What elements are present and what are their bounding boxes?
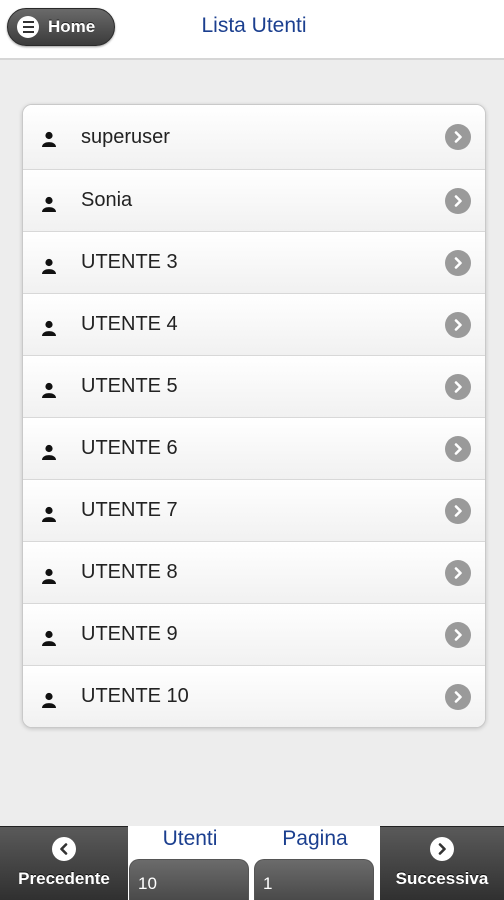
user-row-utente-9[interactable]: UTENTE 9: [23, 603, 485, 665]
user-row-utente-10[interactable]: UTENTE 10: [23, 665, 485, 727]
user-label: UTENTE 5: [81, 375, 178, 397]
user-row-utente-5[interactable]: UTENTE 5: [23, 355, 485, 417]
user-label: UTENTE 10: [81, 685, 189, 707]
page-number-field: Pagina 1: [252, 826, 378, 900]
user-row-utente-8[interactable]: UTENTE 8: [23, 541, 485, 603]
user-list: superuser Sonia UTENTE 3 UTENTE 4 UTENTE…: [22, 104, 486, 728]
user-icon: [42, 382, 56, 398]
user-icon: [42, 320, 56, 336]
user-icon: [42, 692, 56, 708]
user-row-utente-3[interactable]: UTENTE 3: [23, 231, 485, 293]
user-label: UTENTE 6: [81, 437, 178, 459]
chevron-right-icon: [445, 497, 471, 524]
header-bar: Home Lista Utenti: [0, 0, 504, 60]
utenti-input[interactable]: 10: [129, 859, 249, 900]
user-icon: [42, 506, 56, 522]
chevron-right-icon: [445, 187, 471, 214]
user-row-utente-7[interactable]: UTENTE 7: [23, 479, 485, 541]
prev-page-button[interactable]: Precedente: [0, 826, 128, 900]
chevron-right-icon: [445, 559, 471, 586]
utenti-label: Utenti: [162, 827, 218, 850]
pagina-input[interactable]: 1: [254, 859, 374, 900]
user-icon: [42, 444, 56, 460]
utenti-per-page-field: Utenti 10: [127, 826, 253, 900]
chevron-right-icon: [445, 373, 471, 400]
user-row-utente-4[interactable]: UTENTE 4: [23, 293, 485, 355]
user-label: UTENTE 8: [81, 561, 178, 583]
user-label: UTENTE 4: [81, 313, 178, 335]
chevron-right-icon: [445, 249, 471, 276]
chevron-right-icon: [445, 435, 471, 462]
user-icon: [42, 131, 56, 147]
user-row-superuser[interactable]: superuser: [23, 105, 485, 169]
pagina-label: Pagina: [282, 827, 348, 850]
chevron-right-icon: [445, 683, 471, 710]
user-icon: [42, 196, 56, 212]
chevron-right-icon: [445, 621, 471, 648]
pagination-footer: Precedente Utenti 10 Pagina 1 Successiva: [0, 826, 504, 900]
user-icon: [42, 568, 56, 584]
user-icon: [42, 630, 56, 646]
user-row-utente-6[interactable]: UTENTE 6: [23, 417, 485, 479]
user-label: UTENTE 7: [81, 499, 178, 521]
user-label: UTENTE 9: [81, 623, 178, 645]
user-icon: [42, 258, 56, 274]
user-label: UTENTE 3: [81, 251, 178, 273]
next-page-label: Successiva: [395, 869, 489, 888]
user-label: Sonia: [81, 189, 133, 211]
user-label: superuser: [81, 125, 170, 148]
next-page-button[interactable]: Successiva: [380, 826, 504, 900]
prev-page-label: Precedente: [18, 869, 110, 888]
chevron-right-icon: [445, 311, 471, 338]
user-row-sonia[interactable]: Sonia: [23, 169, 485, 231]
chevron-left-icon: [52, 837, 76, 861]
page-title: Lista Utenti: [201, 14, 307, 37]
chevron-right-icon: [445, 124, 471, 150]
chevron-right-icon: [430, 837, 454, 861]
